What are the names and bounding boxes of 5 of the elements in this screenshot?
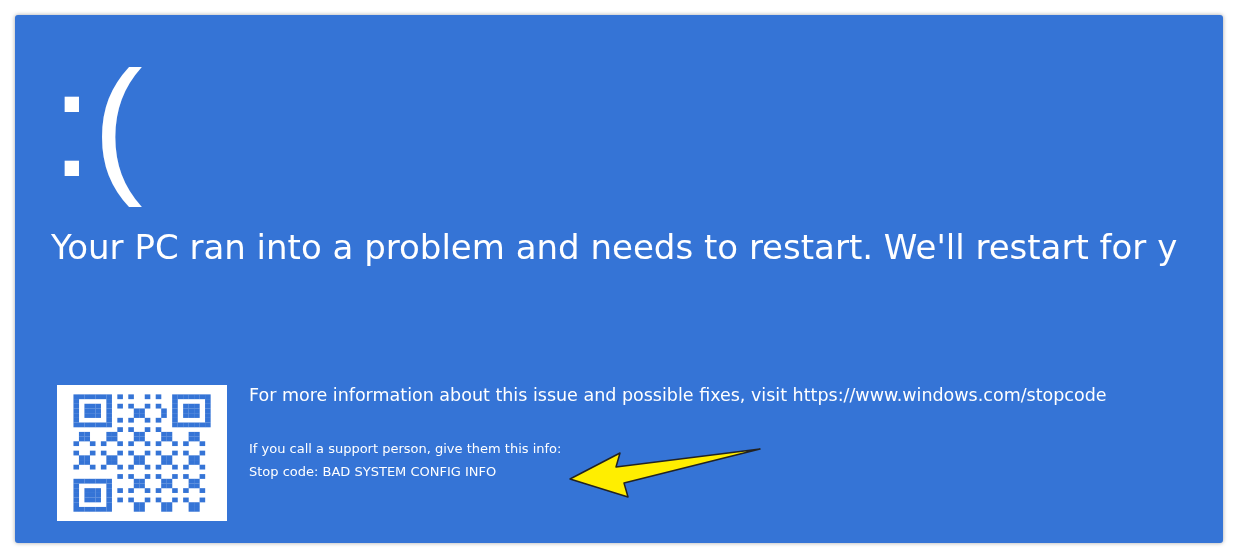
sad-face-text: :(	[50, 39, 144, 210]
support-text: If you call a support person, give them this info:	[249, 441, 562, 456]
stop-code-text: Stop code: BAD SYSTEM CONFIG INFO	[249, 464, 497, 479]
error-headline: Your PC ran into a problem and needs to restart. We'll restart for y	[51, 227, 1178, 267]
info-text: For more information about this issue and possible fixes, visit https://www.windows.com/stopcode	[249, 385, 1107, 405]
